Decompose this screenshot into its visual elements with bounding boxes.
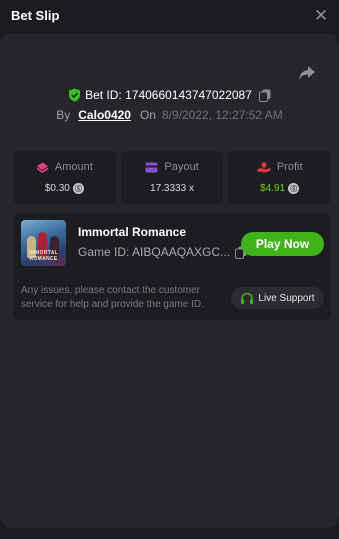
headset-icon [241,292,254,304]
bet-id-row: Bet ID: 1740660143747022087 [0,86,339,104]
play-now-button[interactable]: Play Now [241,232,324,256]
username-link[interactable]: Calo0420 [78,108,131,122]
stat-payout: Payout 17.3333 x [120,151,224,204]
by-label: By [56,108,71,122]
bet-meta-row: By Calo0420 On 8/9/2022, 12:27:52 AM [0,106,339,124]
share-icon[interactable] [298,65,316,81]
stat-profit: Profit $4.91 Ⓢ [228,151,332,204]
page-title: Bet Slip [11,7,60,23]
bet-id: Bet ID: 1740660143747022087 [85,88,252,102]
stat-label: Profit [276,161,303,173]
coin-icon: Ⓢ [72,183,84,194]
stat-amount: Amount $0.30 Ⓢ [13,151,116,204]
game-id-row: Game ID: AIBQAAQAXGC... [78,245,247,259]
game-name: Immortal Romance [78,225,187,239]
hand-coin-icon [257,161,271,172]
close-icon[interactable]: ✕ [313,7,329,24]
on-label: On [139,108,156,122]
header: Bet Slip ✕ [0,0,339,30]
live-support-button[interactable]: Live Support [231,287,324,309]
wallet-icon [145,162,158,172]
copy-icon[interactable] [258,89,271,102]
bet-date: 8/9/2022, 12:27:52 AM [161,108,283,122]
game-thumbnail[interactable]: IMMORTAL ROMANCE [21,220,66,266]
stat-label: Payout [164,161,199,173]
game-card: IMMORTAL ROMANCE Immortal Romance Game I… [13,213,331,320]
coin-icon: Ⓢ [288,183,300,194]
thumbnail-caption: IMMORTAL ROMANCE [29,250,58,262]
ticket-icon [36,162,49,173]
live-support-label: Live Support [258,292,315,304]
stats-row: Amount $0.30 Ⓢ Payout 17.3333 x Profit $… [13,151,332,204]
stat-value: $4.91 [260,183,286,194]
shield-check-icon [69,88,81,102]
stat-value: 17.3333 x [150,183,194,194]
stat-value: $0.30 [44,183,70,194]
support-note: Any issues, please contact the customer … [21,285,204,310]
game-id: Game ID: AIBQAAQAXGC... [78,245,231,259]
stat-label: Amount [54,161,93,173]
